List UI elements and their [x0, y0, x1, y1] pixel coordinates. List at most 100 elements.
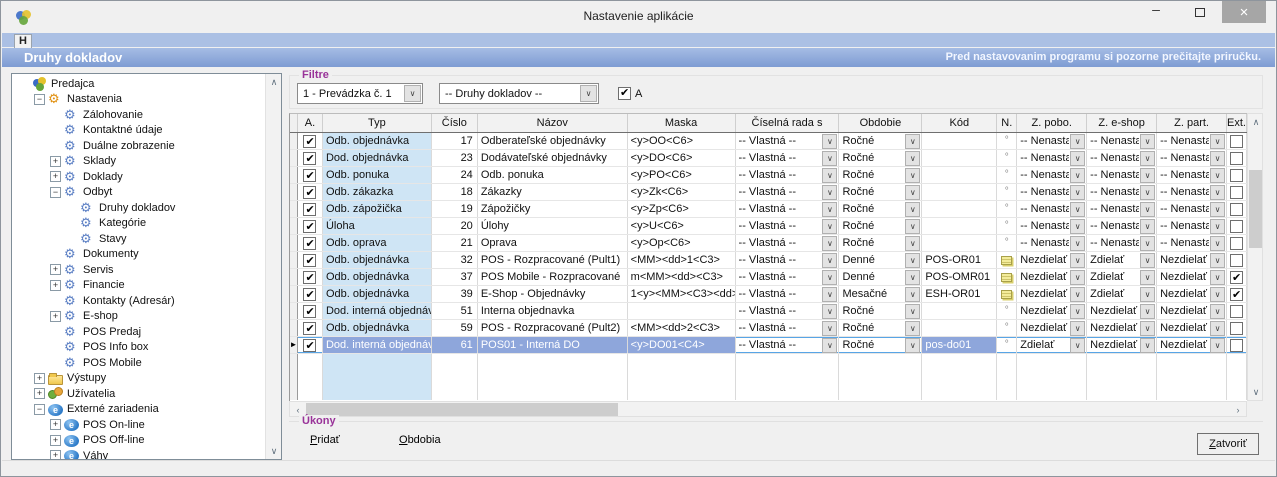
maximize-button[interactable] — [1178, 1, 1222, 23]
chevron-down-icon[interactable]: ∨ — [1070, 134, 1085, 149]
active-checkbox[interactable]: ✔ — [303, 339, 316, 352]
chevron-down-icon[interactable]: ∨ — [905, 151, 920, 166]
row-selector[interactable] — [290, 133, 298, 149]
cell-maska[interactable]: <y>DO01<C4> — [628, 337, 736, 353]
chevron-down-icon[interactable]: ∨ — [905, 321, 920, 336]
table-row[interactable]: ✔Odb. zápožička19Zápožičky<y>Zp<C6>-- Vl… — [290, 201, 1247, 218]
chevron-down-icon[interactable]: ∨ — [1140, 185, 1155, 200]
chevron-down-icon[interactable]: ∨ — [1140, 202, 1155, 217]
active-checkbox[interactable]: ✔ — [303, 288, 316, 301]
cell-cislo[interactable]: 19 — [432, 201, 478, 217]
cell-cislo[interactable]: 23 — [432, 150, 478, 166]
ext-checkbox[interactable] — [1230, 305, 1243, 318]
active-checkbox[interactable]: ✔ — [303, 220, 316, 233]
row-selector[interactable] — [290, 201, 298, 217]
chevron-down-icon[interactable]: ∨ — [822, 304, 837, 319]
chevron-down-icon[interactable]: ∨ — [905, 202, 920, 217]
active-checkbox[interactable]: ✔ — [303, 135, 316, 148]
active-checkbox[interactable]: ✔ — [303, 254, 316, 267]
chevron-down-icon[interactable]: ∨ — [1140, 253, 1155, 268]
chevron-down-icon[interactable]: ∨ — [1070, 270, 1085, 285]
chevron-down-icon[interactable]: ∨ — [905, 168, 920, 183]
chevron-down-icon[interactable]: ∨ — [1210, 321, 1225, 336]
cell-typ[interactable]: Dod. interná objednávka — [323, 337, 432, 353]
table-row[interactable]: ✔Odb. objednávka17Odberateľské objednávk… — [290, 133, 1247, 150]
close-dialog-button[interactable]: Zatvoriť — [1197, 433, 1259, 455]
row-selector[interactable] — [290, 150, 298, 166]
active-checkbox[interactable]: ✔ — [303, 152, 316, 165]
ext-checkbox[interactable] — [1230, 254, 1243, 267]
chevron-down-icon[interactable]: ∨ — [1070, 304, 1085, 319]
chevron-down-icon[interactable]: ∨ — [1210, 134, 1225, 149]
ext-checkbox[interactable] — [1230, 322, 1243, 335]
minimize-button[interactable]: – — [1134, 1, 1178, 23]
chevron-down-icon[interactable]: ∨ — [1070, 219, 1085, 234]
chevron-down-icon[interactable]: ∨ — [822, 287, 837, 302]
cell-typ[interactable]: Odb. objednávka — [323, 252, 432, 268]
cell-cislo[interactable]: 24 — [432, 167, 478, 183]
sidebar-item-pos-off-line[interactable]: +ePOS Off-line — [12, 433, 265, 449]
column-header-typ[interactable]: Typ — [323, 114, 432, 132]
table-row[interactable]: ✔Odb. zákazka18Zákazky<y>Zk<C6>-- Vlastn… — [290, 184, 1247, 201]
chevron-down-icon[interactable]: ∨ — [822, 219, 837, 234]
cell-kod[interactable] — [922, 184, 997, 200]
table-row[interactable]: ►✔Dod. interná objednávka61POS01 - Inter… — [290, 337, 1247, 354]
filter-a-checkbox[interactable]: ✔ — [618, 87, 631, 100]
row-selector[interactable] — [290, 269, 298, 285]
chevron-down-icon[interactable]: ∨ — [905, 270, 920, 285]
cell-kod[interactable]: pos-do01 — [922, 337, 997, 353]
collapse-minus-icon[interactable]: − — [34, 94, 45, 105]
cell-typ[interactable]: Odb. oprava — [323, 235, 432, 251]
expand-plus-icon[interactable]: + — [34, 388, 45, 399]
collapse-minus-icon[interactable]: − — [34, 404, 45, 415]
chevron-down-icon[interactable]: ∨ — [822, 253, 837, 268]
table-row[interactable]: ✔Odb. objednávka59POS - Rozpracované (Pu… — [290, 320, 1247, 337]
column-header-n[interactable]: N. — [997, 114, 1017, 132]
column-header-zpobo[interactable]: Z. pobo. — [1017, 114, 1087, 132]
cell-kod[interactable]: ESH-OR01 — [922, 286, 997, 302]
cell-typ[interactable]: Odb. objednávka — [323, 133, 432, 149]
tree-scrollbar[interactable]: ∧ ∨ — [265, 74, 281, 459]
chevron-down-icon[interactable]: ∨ — [905, 253, 920, 268]
column-header-zpart[interactable]: Z. part. — [1157, 114, 1227, 132]
active-checkbox[interactable]: ✔ — [303, 305, 316, 318]
ext-checkbox[interactable] — [1230, 203, 1243, 216]
sidebar-item-nastavenia[interactable]: −⚙Nastavenia — [12, 92, 265, 108]
sidebar-item-kateg-rie[interactable]: ⚙Kategórie — [12, 216, 265, 232]
table-row[interactable]: ✔Odb. objednávka32POS - Rozpracované (Pu… — [290, 252, 1247, 269]
tab-h[interactable]: H — [14, 34, 32, 49]
expand-plus-icon[interactable]: + — [50, 264, 61, 275]
cell-nazov[interactable]: Odb. ponuka — [478, 167, 628, 183]
column-header-rada[interactable]: Číselná rada s — [736, 114, 840, 132]
sidebar-item-kontakty-adres-r-[interactable]: ⚙Kontakty (Adresár) — [12, 293, 265, 309]
cell-cislo[interactable]: 61 — [432, 337, 478, 353]
cell-kod[interactable]: POS-OR01 — [922, 252, 997, 268]
row-selector[interactable] — [290, 235, 298, 251]
row-selector[interactable] — [290, 320, 298, 336]
cell-cislo[interactable]: 18 — [432, 184, 478, 200]
chevron-down-icon[interactable]: ∨ — [1210, 236, 1225, 251]
cell-typ[interactable]: Dod. objednávka — [323, 150, 432, 166]
chevron-down-icon[interactable]: ∨ — [1070, 321, 1085, 336]
cell-maska[interactable]: <y>Zk<C6> — [628, 184, 736, 200]
cell-nazov[interactable]: POS - Rozpracované (Pult1) — [478, 252, 628, 268]
sidebar-item-z-lohovanie[interactable]: ⚙Zálohovanie — [12, 107, 265, 123]
periods-link[interactable]: Obdobia — [399, 434, 441, 446]
sidebar-item-druhy-dokladov[interactable]: ⚙Druhy dokladov — [12, 200, 265, 216]
row-selector[interactable] — [290, 218, 298, 234]
expand-plus-icon[interactable]: + — [50, 435, 61, 446]
sidebar-item-stavy[interactable]: ⚙Stavy — [12, 231, 265, 247]
doctype-filter-select[interactable]: -- Druhy dokladov -- ∨ — [439, 83, 599, 104]
chevron-down-icon[interactable]: ∨ — [822, 134, 837, 149]
chevron-down-icon[interactable]: ∨ — [1140, 168, 1155, 183]
chevron-down-icon[interactable]: ∨ — [1140, 338, 1155, 353]
cell-kod[interactable] — [922, 235, 997, 251]
chevron-down-icon[interactable]: ∨ — [1210, 185, 1225, 200]
chevron-down-icon[interactable]: ∨ — [1210, 270, 1225, 285]
chevron-down-icon[interactable]: ∨ — [1140, 321, 1155, 336]
cell-kod[interactable] — [922, 150, 997, 166]
chevron-down-icon[interactable]: ∨ — [822, 168, 837, 183]
sidebar-item-sklady[interactable]: +⚙Sklady — [12, 154, 265, 170]
chevron-down-icon[interactable]: ∨ — [905, 304, 920, 319]
chevron-down-icon[interactable]: ∨ — [822, 151, 837, 166]
